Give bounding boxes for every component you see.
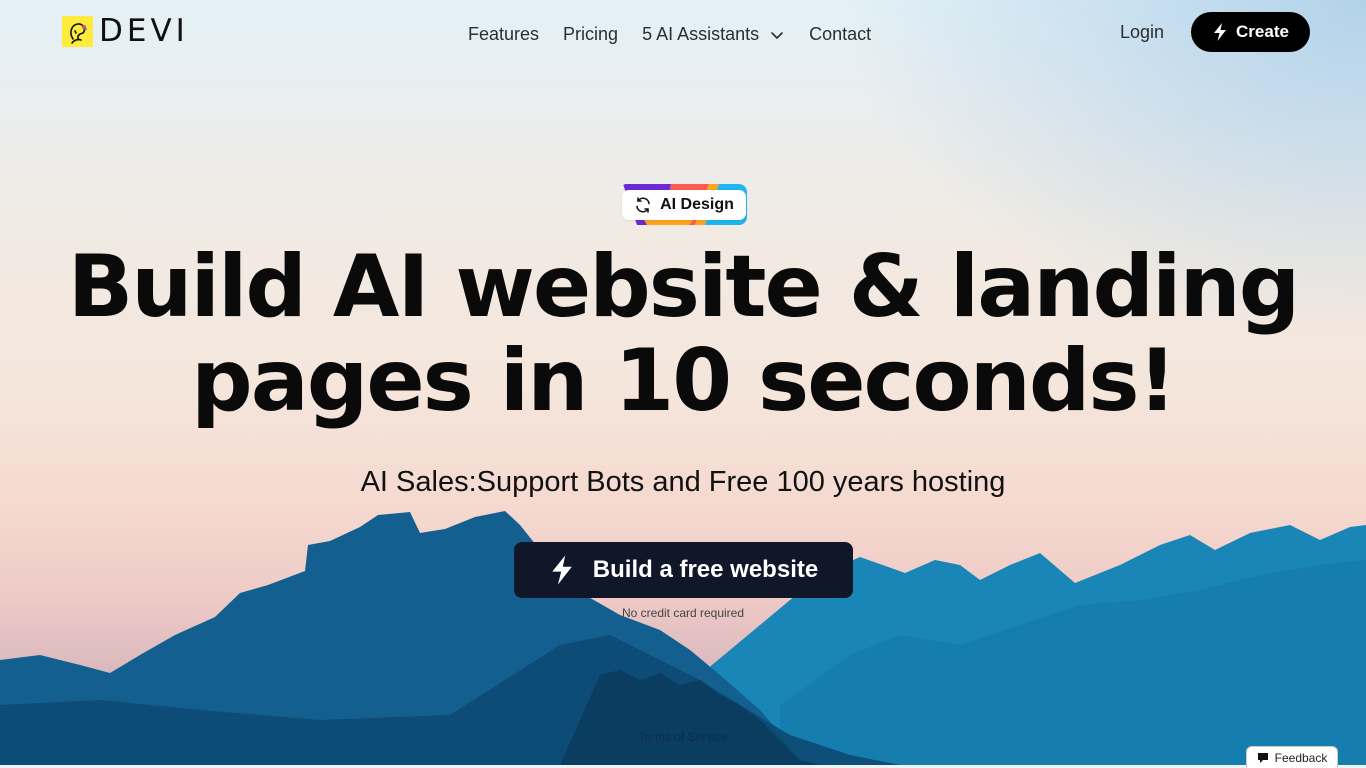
woman-profile-logo-icon — [62, 16, 93, 47]
build-free-website-button[interactable]: Build a free website — [514, 542, 853, 598]
feedback-button[interactable]: Feedback — [1246, 746, 1338, 768]
create-button[interactable]: Create — [1191, 12, 1310, 52]
refresh-icon — [636, 197, 650, 213]
nav-link-label: Features — [468, 24, 540, 44]
nav-link-label: Pricing — [563, 24, 619, 44]
lightning-icon — [552, 555, 572, 585]
hero-subheadline: AI Sales:Support Bots and Free 100 years… — [360, 466, 1006, 498]
speech-bubble-icon — [1257, 752, 1268, 763]
no-credit-card-note: No credit card required — [621, 606, 745, 620]
login-link[interactable]: Login — [1120, 22, 1164, 43]
nav-link-pricing[interactable]: Pricing — [563, 24, 618, 45]
nav-link-contact[interactable]: Contact — [809, 24, 871, 45]
headline-line-2: pages in 10 seconds! — [191, 331, 1177, 431]
nav-link-features[interactable]: Features — [468, 24, 539, 45]
brand-logo[interactable]: DEVI — [62, 16, 189, 47]
badge-label: AI Design — [660, 196, 734, 213]
cta-label: Build a free website — [592, 556, 819, 583]
lightning-icon — [1214, 23, 1227, 41]
badge-label-box: AI Design — [622, 190, 746, 220]
terms-of-service-link[interactable]: Terms of Service — [0, 730, 1366, 744]
nav-link-label: 5 AI Assistants — [642, 24, 760, 44]
brand-name: DEVI — [99, 13, 189, 49]
chevron-down-icon — [771, 31, 783, 39]
feedback-label: Feedback — [1274, 750, 1328, 765]
ai-design-badge: AI Design — [619, 184, 747, 225]
nav-dropdown-ai-assistants[interactable]: 5 AI Assistants — [642, 24, 785, 45]
hero-headline: Build AI website & landing pages in 10 s… — [0, 240, 1366, 428]
nav-links: Features Pricing 5 AI Assistants Contact — [468, 24, 895, 45]
nav-link-label: Contact — [809, 24, 872, 44]
top-navigation: DEVI Features Pricing 5 AI Assistants Co… — [0, 0, 1366, 70]
create-button-label: Create — [1236, 22, 1289, 41]
headline-line-1: Build AI website & landing — [67, 237, 1301, 337]
